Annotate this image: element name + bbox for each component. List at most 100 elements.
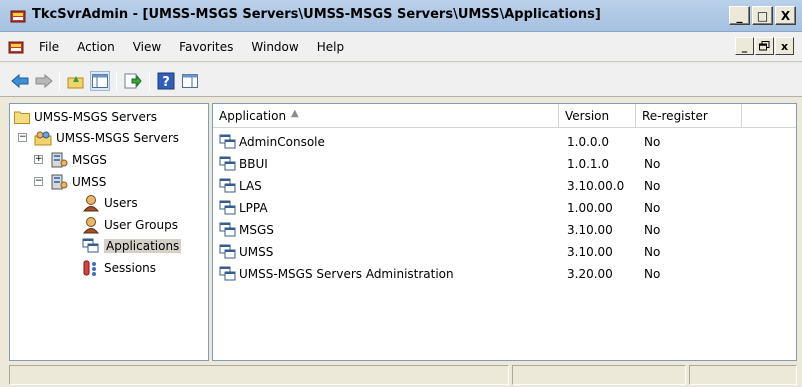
tree-item-server-group[interactable]: UMSS-MSGS Servers	[34, 129, 179, 147]
menu-help[interactable]: Help	[308, 40, 353, 54]
application-icon	[219, 244, 236, 259]
menu-file[interactable]: File	[30, 40, 68, 54]
application-icon	[219, 178, 236, 193]
svg-text:?: ?	[162, 75, 170, 90]
menu-favorites[interactable]: Favorites	[170, 40, 242, 54]
application-name: BBUI	[239, 157, 268, 171]
tree-item-umss-label: UMSS	[72, 175, 107, 189]
table-row[interactable]: LPPA 1.00.00 No	[213, 198, 796, 218]
application-name: LPPA	[239, 201, 268, 215]
help-icon: ?	[157, 72, 175, 90]
application-reregister: No	[644, 157, 661, 171]
application-reregister: No	[644, 201, 661, 215]
column-header-version[interactable]: Version	[559, 104, 636, 128]
application-name: LAS	[239, 179, 262, 193]
properties-pane-button[interactable]	[180, 71, 200, 91]
column-header-application-label: Application	[219, 109, 287, 123]
show-hide-tree-icon	[92, 74, 108, 88]
back-icon	[11, 73, 29, 89]
maximize-button[interactable]: □	[752, 6, 773, 25]
mdi-minimize-button[interactable]: _	[735, 37, 754, 55]
help-button[interactable]: ?	[156, 71, 176, 91]
tree-root-label: UMSS-MSGS Servers	[34, 110, 158, 124]
collapse-umss-icon[interactable]: −	[34, 177, 43, 186]
server-icon	[51, 152, 68, 168]
status-panel-3	[689, 365, 797, 385]
status-bar	[0, 361, 802, 387]
application-version: 3.20.00	[567, 267, 613, 281]
column-header-application[interactable]: Application ▲	[213, 104, 559, 128]
window-menu-icon[interactable]	[8, 39, 24, 55]
column-header-reregister[interactable]: Re-register	[636, 104, 742, 128]
table-row[interactable]: LAS 3.10.00.0 No	[213, 176, 796, 196]
tree-item-user-groups-label: User Groups	[104, 218, 178, 232]
app-icon	[10, 10, 26, 23]
forward-button[interactable]	[34, 71, 54, 91]
menu-action[interactable]: Action	[68, 40, 124, 54]
tree-root[interactable]: UMSS-MSGS Servers	[14, 108, 157, 126]
column-header-version-label: Version	[565, 109, 610, 123]
minimize-icon: _	[741, 39, 748, 53]
application-version: 1.0.0.0	[567, 135, 609, 149]
tree-item-user-groups[interactable]: User Groups	[82, 216, 178, 234]
tree-item-umss[interactable]: UMSS	[50, 173, 106, 191]
tree-item-msgs-label: MSGS	[72, 153, 107, 167]
table-row[interactable]: AdminConsole 1.0.0.0 No	[213, 132, 796, 152]
user-group-icon	[82, 217, 100, 234]
application-version: 3.10.00	[567, 223, 613, 237]
application-reregister: No	[644, 135, 661, 149]
menu-view[interactable]: View	[124, 40, 170, 54]
application-icon	[219, 200, 236, 215]
menu-window[interactable]: Window	[242, 40, 307, 54]
list-header: Application ▲ Version Re-register	[213, 104, 796, 128]
expand-msgs-icon[interactable]: +	[34, 155, 43, 164]
application-icon	[219, 134, 236, 149]
minimize-icon: _	[736, 8, 743, 23]
title-bar[interactable]: TkcSvrAdmin - [UMSS-MSGS Servers\UMSS-MS…	[0, 0, 802, 32]
collapse-server-group-icon[interactable]: −	[18, 133, 27, 142]
column-header-filler	[742, 104, 796, 128]
sessions-icon	[83, 260, 96, 276]
tree-item-sessions[interactable]: Sessions	[82, 259, 156, 277]
tree-item-applications[interactable]: Applications	[82, 237, 182, 255]
toolbar: ?	[0, 63, 802, 97]
close-button[interactable]: X	[775, 6, 796, 25]
menu-bar: File Action View Favorites Window Help _…	[0, 32, 802, 62]
application-reregister: No	[644, 267, 661, 281]
application-name: MSGS	[239, 223, 274, 237]
table-row[interactable]: UMSS-MSGS Servers Administration 3.20.00…	[213, 264, 796, 284]
up-one-level-button[interactable]	[66, 71, 86, 91]
application-version: 3.10.00.0	[567, 179, 625, 193]
restore-icon	[759, 41, 770, 51]
application-icon	[219, 266, 236, 281]
toolbar-separator	[59, 71, 60, 91]
application-reregister: No	[644, 179, 661, 193]
applications-list[interactable]: Application ▲ Version Re-register AdminC…	[212, 103, 797, 361]
tree-item-users[interactable]: Users	[82, 194, 138, 212]
application-reregister: No	[644, 223, 661, 237]
table-row[interactable]: UMSS 3.10.00 No	[213, 242, 796, 262]
application-icon	[219, 156, 236, 171]
console-tree[interactable]: UMSS-MSGS Servers − UMSS-MSGS Servers + …	[9, 103, 209, 361]
mdi-restore-button[interactable]	[755, 37, 774, 55]
server-group-icon	[34, 131, 52, 146]
server-icon	[51, 174, 68, 190]
mdi-close-button[interactable]: x	[775, 37, 794, 55]
toolbar-separator	[116, 71, 117, 91]
application-icon	[82, 238, 99, 253]
back-button[interactable]	[10, 71, 30, 91]
export-list-button[interactable]	[123, 71, 143, 91]
minimize-button[interactable]: _	[729, 6, 750, 25]
table-row[interactable]: MSGS 3.10.00 No	[213, 220, 796, 240]
window-title: TkcSvrAdmin - [UMSS-MSGS Servers\UMSS-MS…	[32, 7, 601, 22]
show-hide-tree-button[interactable]	[90, 71, 110, 91]
tree-item-msgs[interactable]: MSGS	[50, 151, 107, 169]
table-row[interactable]: BBUI 1.0.1.0 No	[213, 154, 796, 174]
application-name: AdminConsole	[239, 135, 325, 149]
close-icon: x	[780, 39, 789, 53]
sort-ascending-icon: ▲	[291, 108, 299, 119]
tree-item-users-label: Users	[104, 196, 138, 210]
application-reregister: No	[644, 245, 661, 259]
export-list-icon	[124, 73, 142, 89]
status-panel-main	[9, 365, 509, 385]
